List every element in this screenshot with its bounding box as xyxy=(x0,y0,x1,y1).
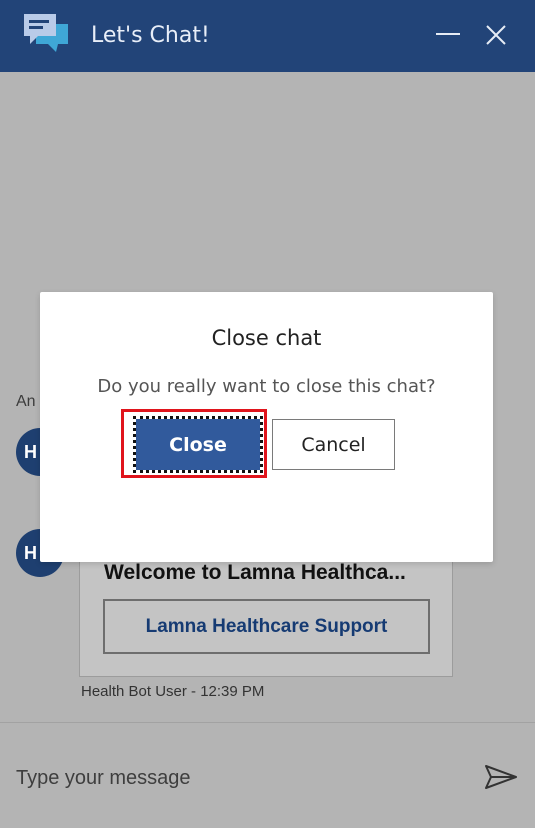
dialog-title: Close chat xyxy=(211,326,322,350)
message-input[interactable] xyxy=(0,753,478,803)
truncated-message-text: An xyxy=(16,393,36,410)
message-timestamp: Health Bot User - 12:39 PM xyxy=(81,683,265,700)
send-icon[interactable] xyxy=(483,763,519,791)
chat-header: Let's Chat! xyxy=(0,0,535,72)
minimize-icon[interactable] xyxy=(436,33,460,35)
cancel-button[interactable]: Cancel xyxy=(272,419,395,470)
dialog-message: Do you really want to close this chat? xyxy=(97,376,436,397)
welcome-card-title: Welcome to Lamna Healthca... xyxy=(104,561,406,584)
close-chat-dialog: Close chat Do you really want to close t… xyxy=(40,292,493,562)
chat-bubbles-icon xyxy=(24,14,68,52)
confirm-close-button[interactable]: Close xyxy=(133,416,263,473)
close-icon[interactable] xyxy=(485,24,507,46)
support-button[interactable]: Lamna Healthcare Support xyxy=(103,599,430,654)
message-composer xyxy=(0,722,535,828)
chat-title: Let's Chat! xyxy=(91,23,210,48)
